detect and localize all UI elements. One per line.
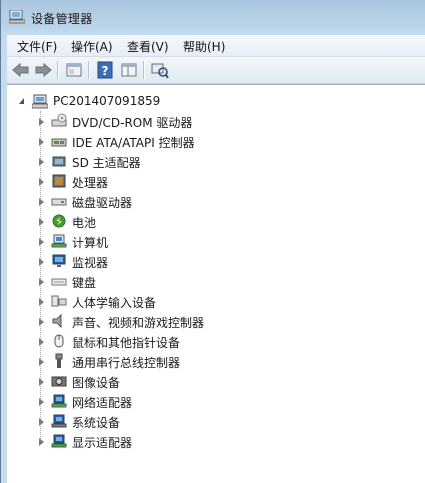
battery-icon [52,214,66,228]
display-adapter-icon [51,434,67,448]
mouse-icon [54,334,64,348]
properties-window-icon[interactable] [64,61,84,79]
tree-node-label: 计算机 [72,236,109,250]
tree-root-label: PC201407091859 [53,94,161,108]
expand-arrow-icon[interactable] [39,278,44,286]
tree-node[interactable]: 声音、视频和游戏控制器 [7,311,425,331]
tree-node-label: 图像设备 [72,376,121,390]
tree-node[interactable]: 显示适配器 [7,431,425,451]
network-adapter-icon [51,394,67,408]
tree-node[interactable]: SD 主适配器 [7,151,425,171]
svg-text:?: ? [102,64,109,78]
tree-root-node[interactable]: PC201407091859 [7,91,425,111]
toolbar-separator [143,61,145,79]
expand-arrow-icon[interactable] [39,238,44,246]
console-tree-icon[interactable] [119,61,139,79]
tree-node-label: 人体学输入设备 [72,296,157,310]
device-manager-window: 设备管理器 文件(F) 操作(A) 查看(V) 帮助(H) ? PC201407… [0,0,425,483]
back-arrow-icon[interactable] [11,61,31,79]
tree-node[interactable]: 键盘 [7,271,425,291]
system-device-icon [51,414,67,428]
tree-node-label: 鼠标和其他指针设备 [72,336,181,350]
computer-icon [32,94,48,109]
tree-node[interactable]: 网络适配器 [7,391,425,411]
menu-help[interactable]: 帮助(H) [183,38,225,55]
keyboard-icon [51,278,67,286]
tree-node[interactable]: 图像设备 [7,371,425,391]
tree-node[interactable]: 通用串行总线控制器 [7,351,425,371]
tree-node[interactable]: 电池 [7,211,425,231]
camera-icon [51,376,67,387]
tree-node[interactable]: IDE ATA/ATAPI 控制器 [7,131,425,151]
help-icon[interactable]: ? [95,61,115,79]
tree-node[interactable]: 鼠标和其他指针设备 [7,331,425,351]
tree-node[interactable]: 处理器 [7,171,425,191]
expand-arrow-icon[interactable] [39,198,44,206]
collapse-arrow-icon[interactable] [19,98,24,104]
tree-node-label: SD 主适配器 [72,156,141,170]
tree-node-label: DVD/CD-ROM 驱动器 [72,116,193,130]
device-manager-icon [9,10,25,24]
toolbar: ? [7,57,425,84]
tree-node-label: 键盘 [72,276,97,290]
menu-file[interactable]: 文件(F) [17,38,57,55]
usb-icon [55,353,63,368]
sd-adapter-icon [52,156,66,167]
expand-arrow-icon[interactable] [39,318,44,326]
tree-node-label: 显示适配器 [72,436,133,450]
expand-arrow-icon[interactable] [39,298,44,306]
title-bar[interactable]: 设备管理器 [1,0,425,34]
tree-node[interactable]: DVD/CD-ROM 驱动器 [7,111,425,131]
tree-node[interactable]: 系统设备 [7,411,425,431]
expand-arrow-icon[interactable] [39,418,44,426]
device-tree-pane[interactable]: PC201407091859 DVD/CD-ROM 驱动器 IDE ATA/ATA… [7,84,425,483]
toolbar-separator [57,61,59,79]
expand-arrow-icon[interactable] [39,218,44,226]
expand-arrow-icon[interactable] [39,178,44,186]
forward-arrow-icon[interactable] [33,61,53,79]
dvd-drive-icon [51,113,67,127]
hid-icon [51,295,67,307]
computer-icon [51,234,67,248]
sound-icon [52,313,62,329]
monitor-icon [52,254,66,267]
ide-controller-icon [51,138,67,147]
scan-hardware-icon[interactable] [150,61,170,79]
expand-arrow-icon[interactable] [39,358,44,366]
tree-node[interactable]: 磁盘驱动器 [7,191,425,211]
expand-arrow-icon[interactable] [39,118,44,126]
tree-node-label: 声音、视频和游戏控制器 [72,316,205,330]
disk-drive-icon [51,198,67,206]
expand-arrow-icon[interactable] [39,138,44,146]
tree-node-label: 系统设备 [72,416,121,430]
tree-node-label: 处理器 [72,176,109,190]
window-title: 设备管理器 [31,12,93,26]
expand-arrow-icon[interactable] [39,258,44,266]
tree-node-label: 磁盘驱动器 [72,196,133,210]
expand-arrow-icon[interactable] [39,438,44,446]
tree-node[interactable]: 人体学输入设备 [7,291,425,311]
processor-icon [52,174,66,188]
menu-view[interactable]: 查看(V) [127,38,169,55]
menu-action[interactable]: 操作(A) [71,38,113,55]
menu-bar: 文件(F) 操作(A) 查看(V) 帮助(H) [7,35,425,57]
tree-node-label: IDE ATA/ATAPI 控制器 [72,136,195,150]
tree-node-label: 通用串行总线控制器 [72,356,181,370]
tree-node-label: 电池 [72,216,97,230]
tree-node[interactable]: 计算机 [7,231,425,251]
expand-arrow-icon[interactable] [39,398,44,406]
expand-arrow-icon[interactable] [39,158,44,166]
tree-node-label: 网络适配器 [72,396,133,410]
expand-arrow-icon[interactable] [39,338,44,346]
tree-node[interactable]: 监视器 [7,251,425,271]
expand-arrow-icon[interactable] [39,378,44,386]
toolbar-separator [88,61,90,79]
tree-node-label: 监视器 [72,256,109,270]
